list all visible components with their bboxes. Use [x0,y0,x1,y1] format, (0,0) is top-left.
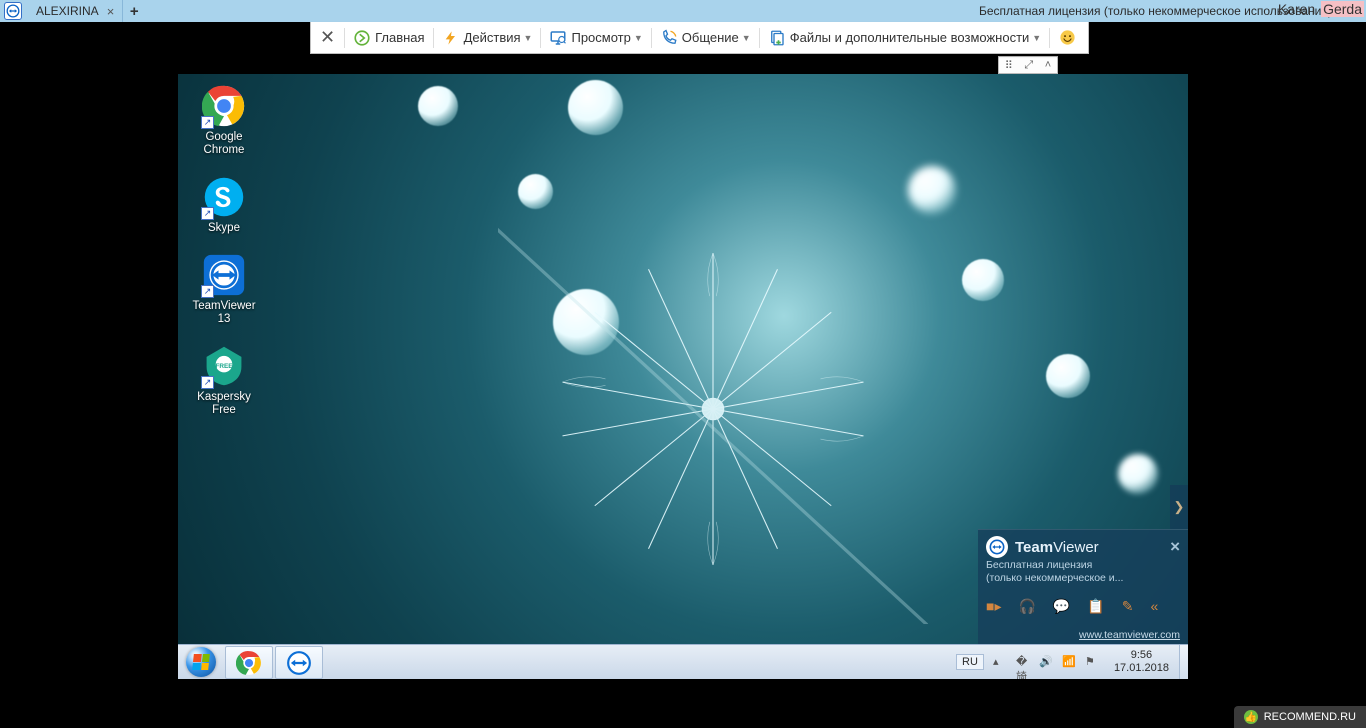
close-tab-icon[interactable]: × [107,4,115,19]
icon-label: Skype [208,222,240,235]
chat-icon[interactable]: 💬 [1053,598,1070,615]
kaspersky-icon: FREE ↗ [202,344,246,388]
desktop-icon-chrome[interactable]: ↗ Google Chrome [186,84,262,157]
home-label: Главная [375,30,424,45]
panel-tool-row: ■​▸ 🎧 💬 📋 ✎ « [986,598,1180,615]
teamviewer-titlebar: ALEXIRINA × + Бесплатная лицензия (тольк… [0,0,1366,22]
shortcut-arrow-icon: ↗ [201,285,214,298]
desktop-icon-skype[interactable]: ↗ Skype [186,175,262,235]
view-label: Просмотр [571,30,630,45]
communicate-menu[interactable]: Общение▼ [652,22,759,53]
shortcut-arrow-icon: ↗ [201,376,214,389]
files-label: Файлы и дополнительные возможности [790,30,1030,45]
volume-icon[interactable]: 🔊 [1039,655,1053,669]
chrome-icon: ↗ [202,84,246,128]
new-tab-button[interactable]: + [123,3,145,20]
icon-label: Kaspersky Free [186,391,262,417]
clipboard-icon[interactable]: 📋 [1087,598,1104,615]
expand-icon: ⤢ [1024,59,1033,72]
teamviewer-session-panel: TeamViewer × Бесплатная лицензия (только… [978,529,1188,644]
bolt-icon [442,29,460,47]
windows-logo-icon [192,654,210,670]
remote-taskbar: RU ▴ �旑 🔊 📶 ⚑ 9:56 17.01.2018 [178,644,1188,679]
session-tab-label: ALEXIRINA [36,4,99,18]
watermark-text: RECOMMEND.RU [1264,711,1356,723]
image-watermark: Karen Gerda [1276,1,1364,17]
source-watermark: 👍 RECOMMEND.RU [1234,706,1366,728]
start-button[interactable] [178,645,224,680]
svg-text:FREE: FREE [215,363,233,370]
desktop-icon-kaspersky[interactable]: FREE ↗ Kaspersky Free [186,344,262,417]
teamviewer-logo-icon [4,2,22,20]
feedback-button[interactable] [1050,22,1088,53]
show-desktop-button[interactable] [1179,645,1188,680]
icon-label: TeamViewer 13 [186,300,262,326]
system-tray: RU ▴ �旑 🔊 📶 ⚑ 9:56 17.01.2018 [952,649,1179,675]
desktop-icon-teamviewer[interactable]: ↗ TeamViewer 13 [186,253,262,326]
panel-subtitle-1: Бесплатная лицензия [986,559,1180,571]
collapse-icon[interactable]: « [1151,598,1159,615]
panel-close-button[interactable]: × [1170,537,1180,557]
brush-icon[interactable]: ✎ [1122,598,1134,615]
monitor-icon [549,29,567,47]
skype-icon: ↗ [202,175,246,219]
taskbar-app-teamviewer[interactable] [275,646,323,679]
home-icon [353,29,371,47]
taskbar-app-chrome[interactable] [225,646,273,679]
thumbs-up-icon: 👍 [1244,710,1258,724]
view-menu[interactable]: Просмотр ▼ [541,22,650,53]
teamviewer-link[interactable]: www.teamviewer.com [1079,629,1180,641]
remote-desktop: ↗ Google Chrome ↗ Skype ↗ TeamViewer 13 … [178,74,1188,679]
panel-expand-tab[interactable]: ❯ [1170,485,1188,529]
action-center-icon[interactable]: �旑 [1016,655,1030,669]
wallpaper-flower [498,194,928,624]
files-menu[interactable]: Файлы и дополнительные возможности▼ [760,22,1050,53]
shortcut-arrow-icon: ↗ [201,207,214,220]
phone-icon [660,29,678,47]
chevron-down-icon: ▼ [634,33,643,43]
home-button[interactable]: Главная [345,22,432,53]
icon-label: Google Chrome [186,131,262,157]
clock[interactable]: 9:56 17.01.2018 [1108,649,1175,675]
teamviewer-logo-icon [986,536,1008,558]
tray-up-icon[interactable]: ▴ [993,655,1007,669]
clock-date: 17.01.2018 [1114,662,1169,675]
chevron-down-icon: ▼ [1032,33,1041,43]
flag-icon[interactable]: ⚑ [1085,655,1099,669]
chevron-up-icon: ˄ [1045,59,1051,71]
shortcut-arrow-icon: ↗ [201,116,214,129]
video-icon[interactable]: ■​▸ [986,598,1001,615]
language-indicator[interactable]: RU [956,654,984,670]
teamviewer-icon: ↗ [202,253,246,297]
session-tab[interactable]: ALEXIRINA × [26,0,123,22]
network-icon[interactable]: 📶 [1062,655,1076,669]
actions-menu[interactable]: Действия▼ [434,22,541,53]
toolbar-handle[interactable]: ⠿ ⤢ ˄ [998,56,1058,74]
chevron-down-icon: ▼ [742,33,751,43]
panel-title: Viewer [1053,539,1099,556]
chevron-down-icon: ▼ [524,33,533,43]
desktop-icons: ↗ Google Chrome ↗ Skype ↗ TeamViewer 13 … [186,84,262,417]
actions-label: Действия [464,30,521,45]
files-icon [768,29,786,47]
headset-icon[interactable]: 🎧 [1018,598,1035,615]
communicate-label: Общение [682,30,739,45]
grip-icon: ⠿ [1005,59,1013,72]
panel-subtitle-2: (только некоммерческое и... [986,572,1180,584]
clock-time: 9:56 [1114,649,1169,662]
smile-icon [1058,29,1076,47]
close-session-button[interactable]: ✕ [311,22,344,53]
session-toolbar: ✕ Главная Действия▼ Просмотр▼ Общение▼ Ф… [310,22,1089,54]
